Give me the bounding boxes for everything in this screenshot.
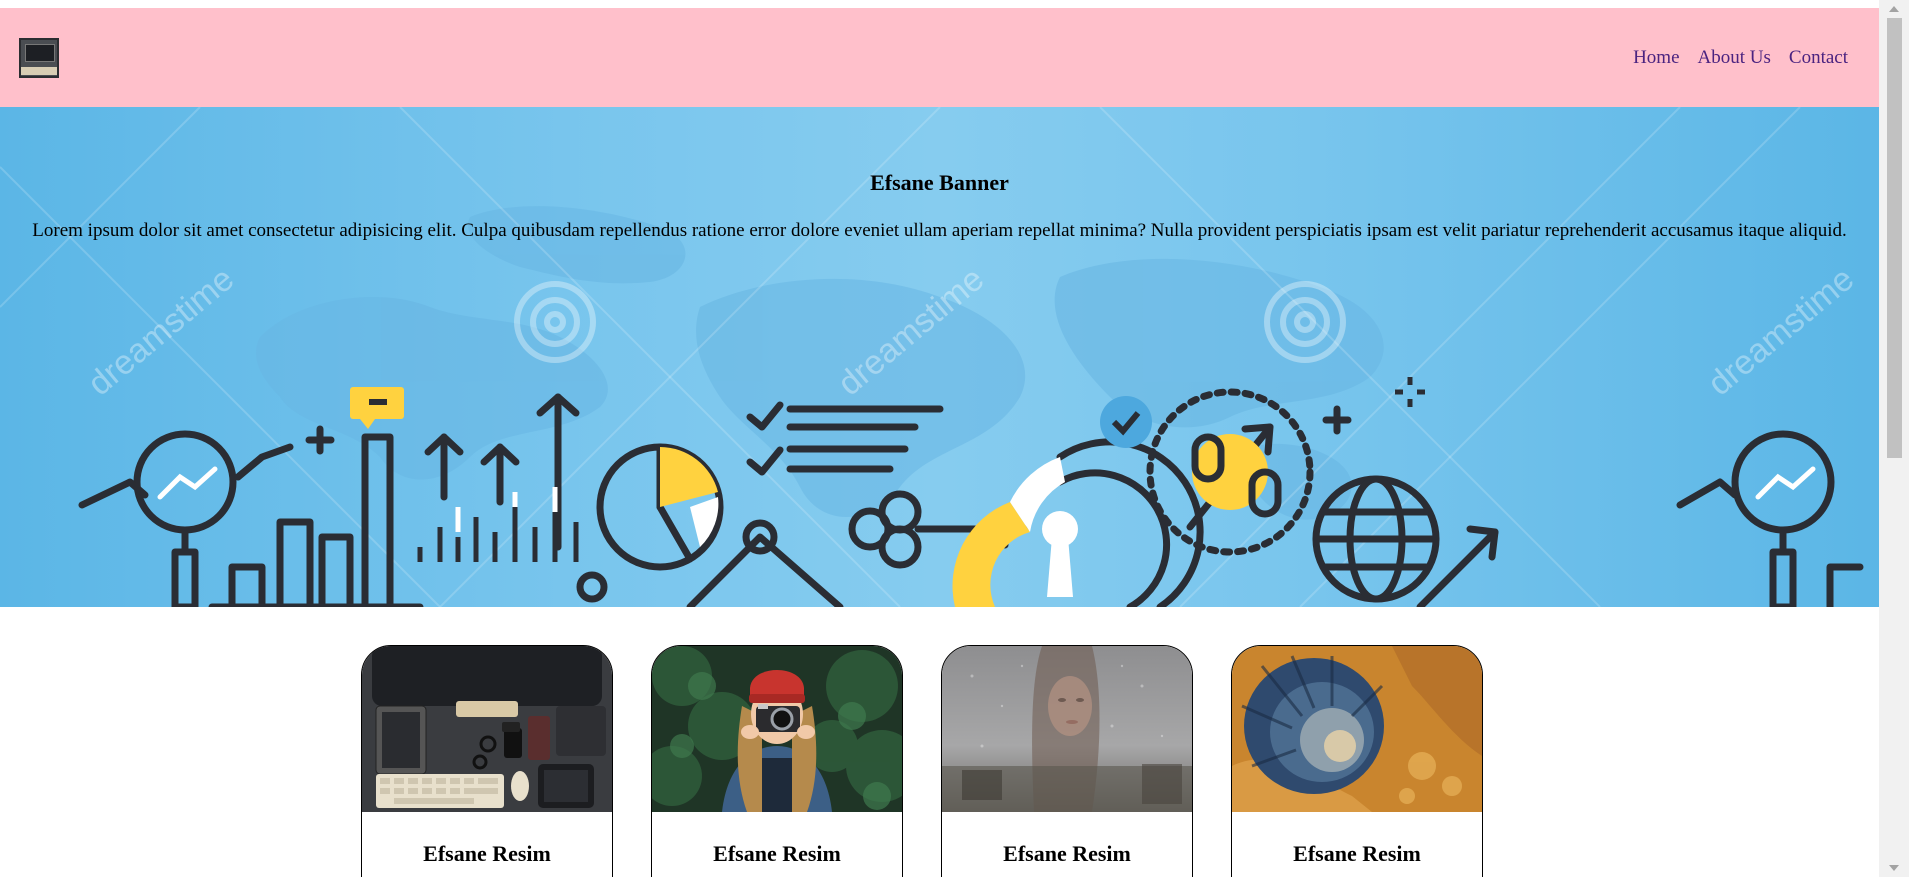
woman-behind-rainy-glass-photo [942,646,1192,812]
card-row: Efsane Resim Efsane Resim Efsane Resim E… [361,645,1483,877]
banner-text: Efsane Banner Lorem ipsum dolor sit amet… [0,107,1879,242]
card-title: Efsane Resim [1293,841,1421,866]
crater-aerial-photo [1232,646,1482,812]
banner-title: Efsane Banner [870,170,1009,195]
woman-with-camera-photo [652,646,902,812]
svg-text:dreamstime: dreamstime [81,260,241,403]
card[interactable]: Efsane Resim [1231,645,1483,877]
nav-link-contact[interactable]: Contact [1789,47,1848,69]
workspace-logo-icon[interactable] [19,37,59,78]
scroll-down-arrow-icon[interactable] [1879,859,1909,877]
svg-text:dreamstime: dreamstime [1701,260,1861,403]
scroll-up-arrow-icon[interactable] [1879,0,1909,18]
page-viewport: Home About Us Contact dreamstime dreamst… [0,0,1879,877]
card-title: Efsane Resim [1003,841,1131,866]
banner-description: Lorem ipsum dolor sit amet consectetur a… [32,220,1847,241]
nav-link-about-us[interactable]: About Us [1698,47,1771,69]
card-title: Efsane Resim [713,841,841,866]
nav-menu: Home About Us Contact [1633,47,1848,69]
desk-workspace-photo [362,646,612,812]
hero-banner: dreamstime dreamstime dreamstime Efsane … [0,107,1879,607]
card[interactable]: Efsane Resim [941,645,1193,877]
scrollbar-thumb[interactable] [1887,18,1902,458]
card[interactable]: Efsane Resim [361,645,613,877]
vertical-scrollbar[interactable] [1879,0,1909,877]
navbar: Home About Us Contact [0,8,1879,107]
nav-link-home[interactable]: Home [1633,47,1679,69]
card-title: Efsane Resim [423,841,551,866]
card[interactable]: Efsane Resim [651,645,903,877]
top-strip [0,0,1879,8]
